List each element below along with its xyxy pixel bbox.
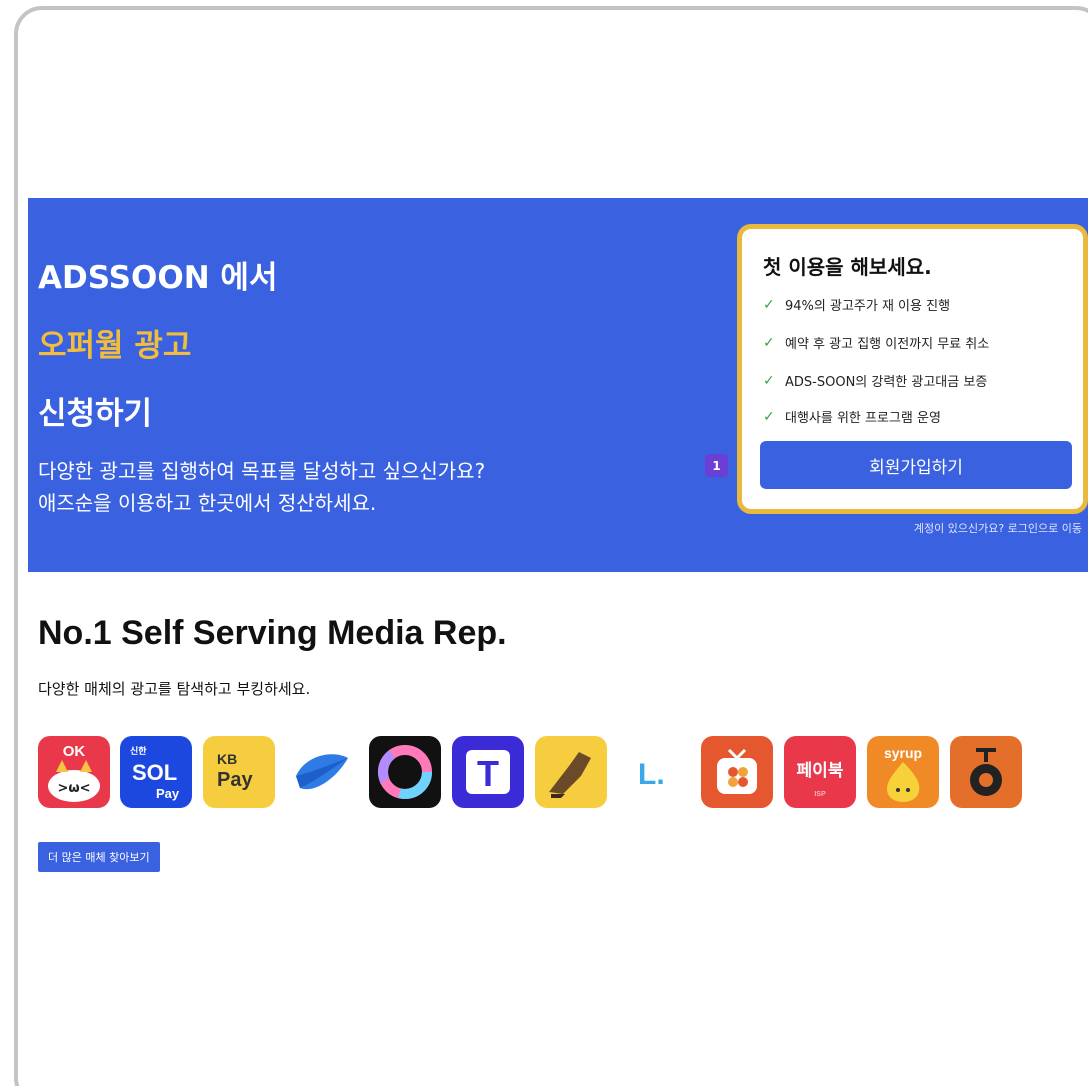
svg-text:T: T bbox=[477, 753, 499, 794]
orange-bell-icon[interactable] bbox=[950, 736, 1022, 808]
svg-text:Pay: Pay bbox=[217, 769, 253, 791]
feature-label: 94%의 광고주가 재 이용 진행 bbox=[785, 299, 951, 314]
svg-text:페이북: 페이북 bbox=[797, 761, 844, 781]
card-title: 첫 이용을 해보세요. bbox=[763, 255, 932, 279]
hero-title-line2: 오퍼월 광고 bbox=[38, 328, 192, 364]
l-point-icon[interactable]: L. bbox=[618, 736, 690, 808]
paybook-icon[interactable]: 페이북 ISP bbox=[784, 736, 856, 808]
ok-cashbag-icon[interactable]: OK >ω< bbox=[38, 736, 110, 808]
check-icon: ✓ bbox=[763, 372, 775, 389]
check-icon: ✓ bbox=[763, 296, 775, 313]
signup-button[interactable]: 회원가입하기 bbox=[760, 441, 1072, 489]
kb-pay-icon[interactable]: KB Pay bbox=[203, 736, 275, 808]
feature-item: ✓ 예약 후 광고 집행 이전까지 무료 취소 bbox=[763, 333, 990, 353]
svg-text:Pay: Pay bbox=[156, 786, 180, 801]
svg-text:신한: 신한 bbox=[130, 745, 147, 757]
hero-subtitle-line2: 애즈순을 이용하고 한곳에서 정산하세요. bbox=[38, 491, 377, 515]
signup-card: 첫 이용을 해보세요. ✓ 94%의 광고주가 재 이용 진행 ✓ 예약 후 광고 … bbox=[737, 224, 1088, 514]
media-section-subtitle: 다양한 매체의 광고를 탐색하고 부킹하세요. bbox=[38, 680, 311, 698]
svg-text:KB: KB bbox=[217, 751, 237, 767]
hero-subtitle-line1: 다양한 광고를 집행하여 목표를 달성하고 싶으신가요? bbox=[38, 459, 486, 483]
step-badge: 1 bbox=[705, 454, 728, 477]
feature-label: ADS-SOON의 강력한 광고대금 보증 bbox=[785, 375, 988, 390]
tv-icon[interactable] bbox=[701, 736, 773, 808]
svg-text:syrup: syrup bbox=[884, 745, 922, 761]
sol-pay-icon[interactable]: 신한 SOL Pay bbox=[120, 736, 192, 808]
svg-text:ISP: ISP bbox=[814, 791, 826, 798]
syrup-icon[interactable]: syrup bbox=[867, 736, 939, 808]
svg-text:>ω<: >ω< bbox=[57, 781, 90, 796]
t-icon[interactable]: T bbox=[452, 736, 524, 808]
feature-item: ✓ 94%의 광고주가 재 이용 진행 bbox=[763, 295, 951, 315]
svg-text:OK: OK bbox=[63, 743, 86, 760]
feature-label: 대행사를 위한 프로그램 운영 bbox=[785, 411, 941, 426]
feature-label: 예약 후 광고 집행 이전까지 무료 취소 bbox=[785, 337, 990, 352]
hero-title-line1: ADSSOON 에서 bbox=[38, 260, 278, 296]
svg-text:L.: L. bbox=[638, 758, 665, 791]
sneaker-icon[interactable] bbox=[535, 736, 607, 808]
more-media-button[interactable]: 더 많은 매체 찾아보기 bbox=[38, 842, 160, 872]
svg-text:SOL: SOL bbox=[132, 760, 177, 785]
check-icon: ✓ bbox=[763, 334, 775, 351]
login-link[interactable]: 계정이 있으신가요? 로그인으로 이동 bbox=[914, 520, 1082, 536]
feature-item: ✓ ADS-SOON의 강력한 광고대금 보증 bbox=[763, 371, 988, 391]
check-icon: ✓ bbox=[763, 408, 775, 425]
media-section-title: No.1 Self Serving Media Rep. bbox=[38, 614, 507, 652]
feature-item: ✓ 대행사를 위한 프로그램 운영 bbox=[763, 407, 941, 427]
ring-icon[interactable] bbox=[369, 736, 441, 808]
blue-leaf-icon[interactable] bbox=[286, 736, 358, 808]
hero-title-line3: 신청하기 bbox=[38, 396, 153, 432]
